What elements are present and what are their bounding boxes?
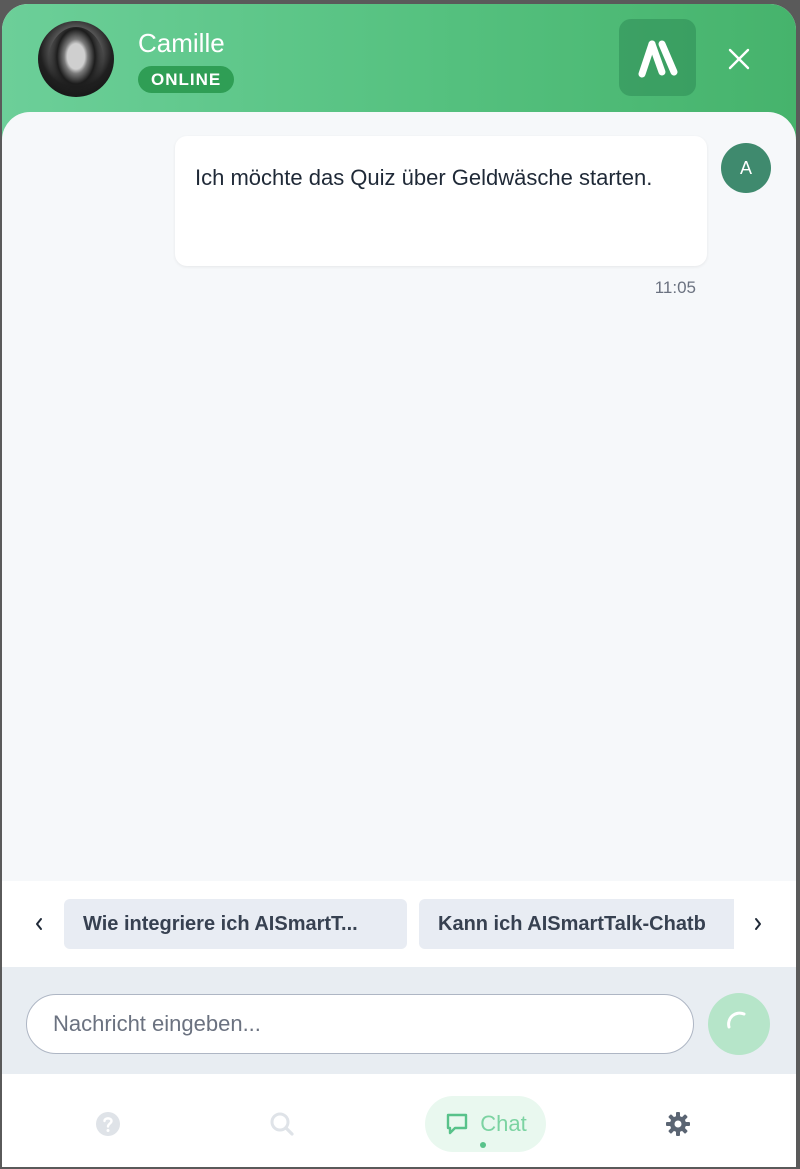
user-avatar: A <box>721 143 771 193</box>
chevron-left-icon <box>36 918 42 930</box>
suggestion-chips: Wie integriere ich AISmartT... Kann ich … <box>64 899 734 949</box>
suggestions-next-button[interactable] <box>741 899 775 949</box>
loading-spinner-icon <box>727 1011 746 1029</box>
brand-logo <box>619 19 696 96</box>
message-timestamp: 11:05 <box>654 278 696 297</box>
suggestions-prev-button[interactable] <box>22 899 56 949</box>
composer <box>2 967 796 1074</box>
gear-icon <box>666 1112 690 1136</box>
nav-settings[interactable] <box>650 1096 706 1152</box>
suggestion-bar: Wie integriere ich AISmartT... Kann ich … <box>2 881 796 967</box>
agent-avatar <box>38 21 114 97</box>
chevron-right-icon <box>755 918 761 930</box>
message-list: Ich möchte das Quiz über Geldwäsche star… <box>2 112 796 884</box>
nav-help[interactable] <box>80 1096 136 1152</box>
suggestion-chip[interactable]: Kann ich AISmartTalk-Chatb <box>419 899 734 949</box>
suggestion-chip[interactable]: Wie integriere ich AISmartT... <box>64 899 407 949</box>
send-button[interactable] <box>708 993 770 1055</box>
close-icon <box>728 48 750 70</box>
nav-search[interactable] <box>254 1096 310 1152</box>
status-badge: ONLINE <box>138 66 235 93</box>
agent-name: Camille <box>138 28 225 58</box>
search-icon <box>270 1112 294 1136</box>
bottom-nav: Chat <box>2 1074 796 1167</box>
close-button[interactable] <box>714 34 764 84</box>
chat-widget: Camille ONLINE Ich möchte das Quiz über … <box>2 4 796 1167</box>
chat-icon <box>447 1113 468 1135</box>
help-icon <box>96 1112 120 1136</box>
user-message-bubble: Ich möchte das Quiz über Geldwäsche star… <box>175 136 707 266</box>
message-input[interactable] <box>26 994 694 1054</box>
active-nav-indicator <box>480 1142 486 1148</box>
nav-chat-label: Chat <box>480 1111 527 1136</box>
